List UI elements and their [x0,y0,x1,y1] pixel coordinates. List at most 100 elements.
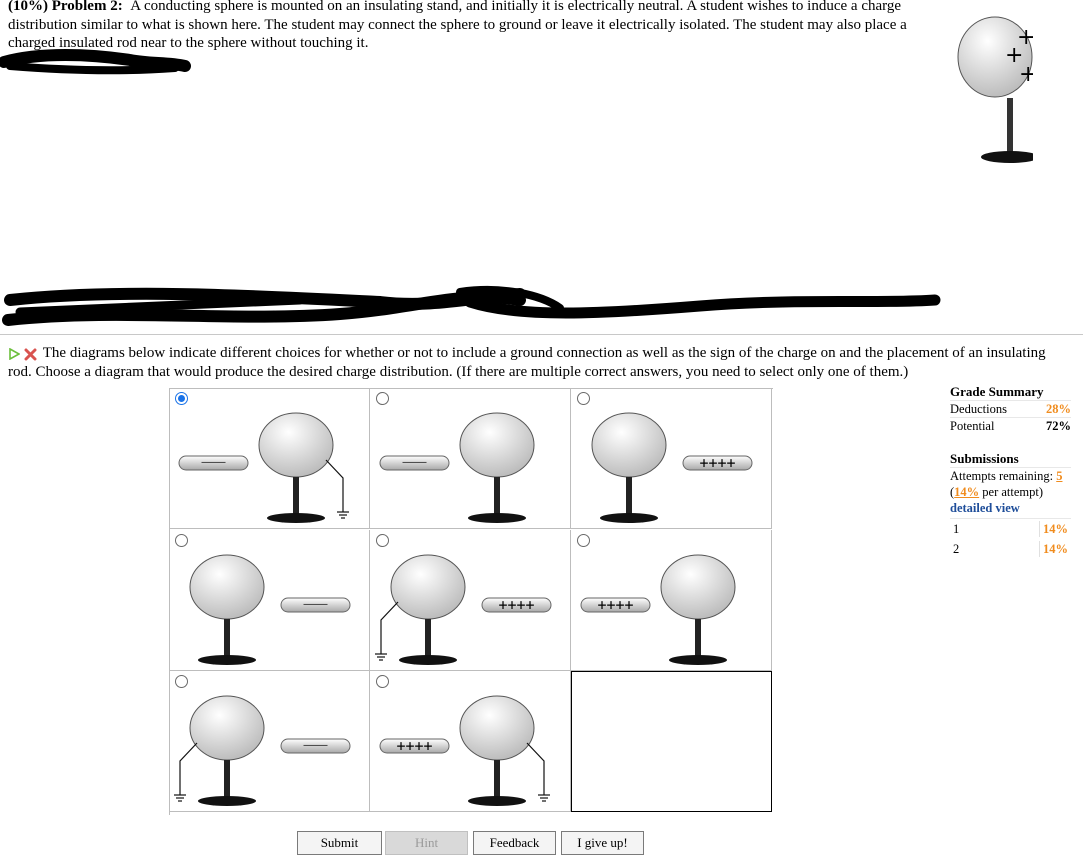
attempt-pct: 14% [1039,541,1071,557]
answer-grid: ———— ———— ++++ ———— ++++ ++++ ———— ++++ [169,388,773,815]
ground-wire [179,742,198,795]
option-diagram: ++++ [580,554,736,665]
option-radio[interactable] [577,392,590,405]
stand-base [468,513,526,523]
target-charge-diagram: + + + [957,16,1033,163]
detailed-view-link[interactable]: detailed view [950,501,1020,515]
attempt-row: 1 14% [950,519,1071,539]
option-diagram: ++++ [375,554,552,665]
option-radio[interactable] [175,392,188,405]
option-diagram: ———— [174,695,351,806]
attempt-number: 2 [953,542,960,556]
option-diagram: ———— [379,412,535,523]
option-diagram: ———— [189,554,351,665]
answer-option: ———— [370,388,571,529]
rod-charge-label: ++++ [498,596,534,614]
redaction-scribble [0,49,191,75]
per-attempt: (14% per attempt) [950,484,1071,500]
stand [425,618,431,659]
ground-symbol-icon [337,511,349,519]
deductions-value: 28% [1046,402,1071,416]
empty-cell [571,671,772,812]
option-radio[interactable] [577,533,590,547]
answer-option: ———— [169,388,370,529]
stand-base [669,654,727,665]
answer-option: ———— [169,671,370,812]
rod-charge-label: ++++ [699,454,735,472]
stand [224,760,230,800]
potential-label: Potential [950,419,995,433]
stand [224,618,230,659]
stand [293,477,299,517]
stand [494,477,500,517]
incorrect-x-icon [24,348,37,361]
option-radio[interactable] [376,392,389,405]
stand-base [399,654,457,665]
rod-charge-label: ———— [201,457,226,468]
potential-value: 72% [1046,419,1071,433]
expand-triangle-icon[interactable] [8,347,21,361]
option-radio[interactable] [175,675,188,688]
sphere [591,412,667,478]
rod-charge-label: ++++ [396,737,432,755]
rod-charge-label: ++++ [597,596,633,614]
answer-option: ———— [169,529,370,671]
stand-base [198,796,256,806]
answer-option: ++++ [571,529,772,671]
per-attempt-pct[interactable]: 14% [954,485,979,499]
attempts-table: 1 14% 2 14% [950,518,1071,559]
sphere [459,695,535,761]
attempts-remaining: Attempts remaining: 5 [950,467,1071,484]
attempt-number: 1 [953,522,960,536]
rod-charge-label: ———— [303,599,328,610]
stand [626,477,632,517]
question-text: The diagrams below indicate different ch… [8,344,1073,381]
sphere [189,554,265,619]
ground-wire [325,459,344,512]
redaction-scribble [2,286,941,326]
sphere [189,695,265,761]
ground-wire [526,742,545,795]
stand-base [267,513,325,523]
ground-wire [380,601,399,654]
give-up-button[interactable]: I give up! [561,831,644,855]
sphere [390,554,466,619]
hero-sign: + [1019,62,1033,87]
stand-base [468,796,526,806]
hint-button[interactable]: Hint [385,831,468,855]
question-body: The diagrams below indicate different ch… [8,345,1046,380]
option-radio[interactable] [376,675,389,688]
option-radio[interactable] [175,533,188,547]
answer-option: ++++ [571,388,772,529]
stand [494,760,500,800]
problem-statement: (10%) Problem 2: A conducting sphere is … [8,0,933,53]
option-radio[interactable] [376,533,389,547]
rod-charge-label: ———— [303,740,328,751]
potential-row: Potential 72% [950,417,1071,434]
attempts-label: Attempts remaining: [950,469,1054,483]
sphere [660,554,736,619]
submit-button[interactable]: Submit [297,831,382,855]
attempt-row: 2 14% [950,539,1071,559]
feedback-button[interactable]: Feedback [473,831,556,855]
attempts-value[interactable]: 5 [1056,469,1062,483]
deductions-row: Deductions 28% [950,400,1071,417]
grade-summary: Grade Summary Deductions 28% Potential 7… [950,384,1071,559]
option-diagram: ———— [178,412,349,523]
per-attempt-rest: per attempt) [979,485,1044,499]
stand [695,618,701,659]
problem-text: A conducting sphere is mounted on an ins… [8,0,907,51]
sphere [459,412,535,478]
option-diagram: ++++ [591,412,753,523]
submissions-title: Submissions [950,451,1019,466]
grade-summary-title: Grade Summary [950,384,1044,399]
ground-symbol-icon [375,652,387,661]
sphere [258,412,334,478]
answer-option: ++++ [370,529,571,671]
stand-base [600,513,658,523]
stand-base [198,654,256,665]
option-diagram: ++++ [379,695,550,806]
rod-charge-label: ———— [402,457,427,468]
ground-symbol-icon [174,794,186,802]
section-divider [0,334,1083,335]
